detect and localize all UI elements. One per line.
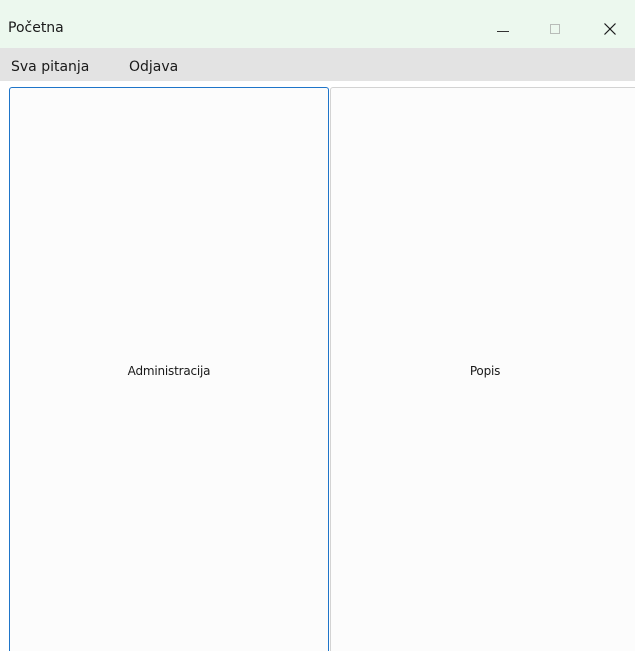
popis-button[interactable]: Popis: [330, 87, 635, 651]
popis-label: Popis: [469, 363, 501, 378]
window-title: Početna: [8, 20, 64, 36]
administracija-label: Administracija: [127, 363, 211, 378]
maximize-button[interactable]: [529, 0, 582, 48]
window-controls: [476, 0, 635, 48]
menu-item-odjava[interactable]: Odjava: [129, 58, 178, 76]
menu-item-sva-pitanja[interactable]: Sva pitanja: [11, 58, 89, 76]
menu-bar: Sva pitanja Odjava: [0, 48, 635, 81]
title-bar[interactable]: Početna: [0, 0, 635, 48]
app-window: Početna Sva pitanja Odjava Administracij…: [0, 0, 635, 651]
administracija-button[interactable]: Administracija: [9, 87, 329, 651]
close-icon: [604, 23, 616, 35]
main-content: Administracija Popis: [0, 81, 635, 651]
close-button[interactable]: [582, 0, 635, 48]
minimize-button[interactable]: [476, 0, 529, 48]
